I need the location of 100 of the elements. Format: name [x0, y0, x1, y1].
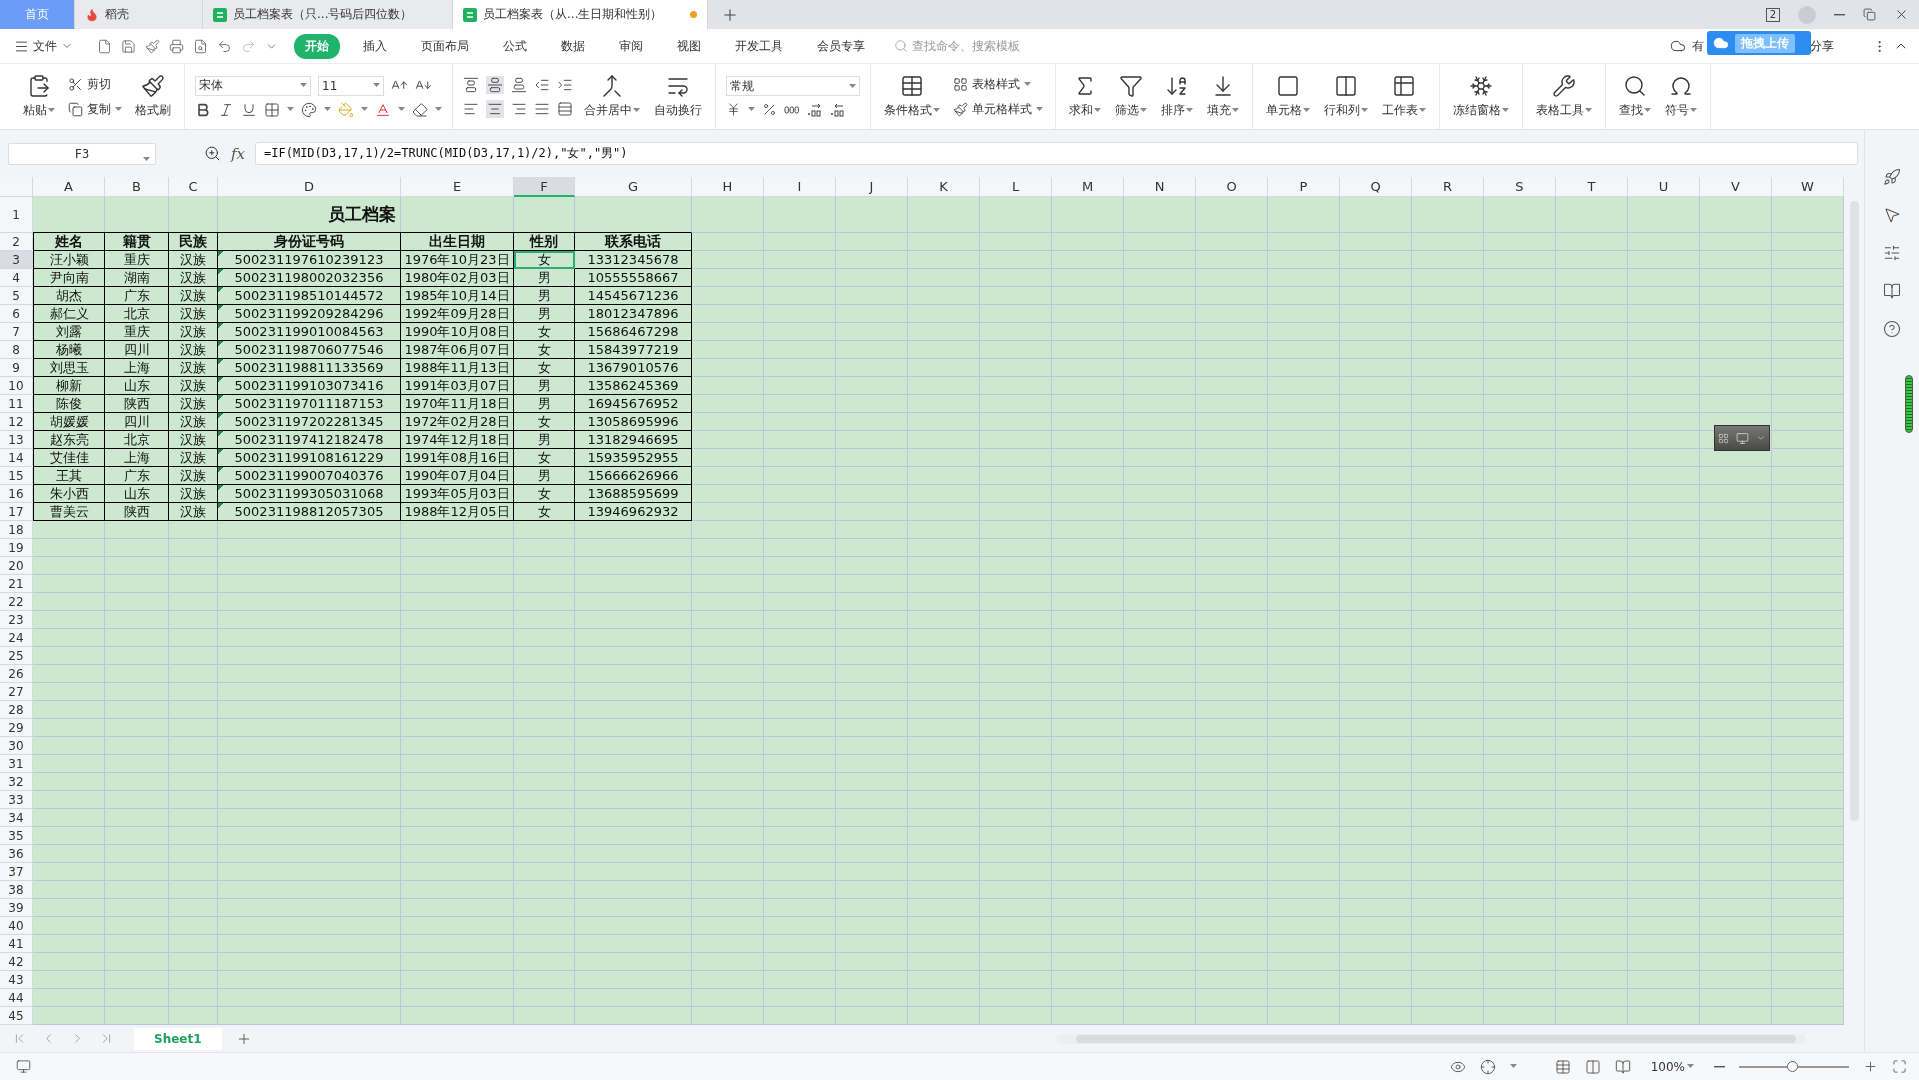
ribbon-tab[interactable]: 视图 [666, 33, 712, 59]
column-header[interactable]: H [692, 177, 764, 197]
row-header[interactable]: 14 [0, 449, 33, 467]
document-tab[interactable]: 员工档案表（从...生日期和性别） [453, 0, 708, 29]
ribbon-button[interactable]: 单元格 [1263, 72, 1313, 121]
number-format-select[interactable]: 常规 [726, 76, 860, 96]
formula-field[interactable]: =IF(MID(D3,17,1)/2=TRUNC(MID(D3,17,1)/2),"女","男") [255, 142, 1858, 165]
row-header[interactable]: 11 [0, 395, 33, 413]
row-header[interactable]: 10 [0, 377, 33, 395]
cell-style-button[interactable]: 单元格样式 [951, 99, 1045, 119]
column-header[interactable]: R [1412, 177, 1484, 197]
ribbon-button[interactable]: 筛选 [1112, 72, 1150, 121]
column-header[interactable]: A [33, 177, 105, 197]
row-header[interactable]: 5 [0, 287, 33, 305]
ribbon-button[interactable]: 工作表 [1379, 72, 1429, 121]
copy-button[interactable]: 复制 [66, 99, 124, 119]
column-header[interactable]: D [218, 177, 401, 197]
merge-center-button[interactable]: 合并居中 [581, 72, 643, 121]
wrap-text-button[interactable]: 自动换行 [651, 72, 705, 121]
cut-button[interactable]: 剪切 [66, 74, 124, 94]
row-header[interactable]: 39 [0, 899, 33, 917]
row-header[interactable]: 42 [0, 953, 33, 971]
row-header[interactable]: 37 [0, 863, 33, 881]
column-header[interactable]: L [980, 177, 1052, 197]
column-header[interactable]: I [764, 177, 836, 197]
column-header[interactable]: F [514, 177, 575, 197]
ribbon-button[interactable]: 符号 [1662, 72, 1700, 121]
row-header[interactable]: 25 [0, 647, 33, 665]
font-size-select[interactable]: 11 [318, 75, 384, 96]
table-style-button[interactable]: 表格样式 [951, 74, 1045, 94]
column-header[interactable]: T [1556, 177, 1628, 197]
row-header[interactable]: 18 [0, 521, 33, 539]
row-header[interactable]: 15 [0, 467, 33, 485]
row-header[interactable]: 4 [0, 269, 33, 287]
row-header[interactable]: 1 [0, 197, 33, 233]
column-header[interactable]: U [1628, 177, 1700, 197]
ribbon-button[interactable]: 行和列 [1321, 72, 1371, 121]
column-header[interactable]: E [401, 177, 514, 197]
row-header[interactable]: 19 [0, 539, 33, 557]
column-header[interactable]: B [105, 177, 169, 197]
row-header[interactable]: 20 [0, 557, 33, 575]
row-header[interactable]: 17 [0, 503, 33, 521]
row-header[interactable]: 2 [0, 233, 33, 251]
format-painter-button[interactable]: 格式刷 [132, 72, 174, 121]
column-header[interactable]: P [1268, 177, 1340, 197]
row-header[interactable]: 9 [0, 359, 33, 377]
row-header[interactable]: 22 [0, 593, 33, 611]
column-header[interactable]: G [575, 177, 692, 197]
row-header[interactable]: 16 [0, 485, 33, 503]
font-name-select[interactable]: 宋体 [195, 75, 311, 96]
row-header[interactable]: 12 [0, 413, 33, 431]
row-header[interactable]: 26 [0, 665, 33, 683]
row-header[interactable]: 7 [0, 323, 33, 341]
column-header[interactable]: J [836, 177, 908, 197]
ribbon-button[interactable]: 冻结窗格 [1450, 72, 1512, 121]
row-header[interactable]: 36 [0, 845, 33, 863]
row-header[interactable]: 41 [0, 935, 33, 953]
row-header[interactable]: 33 [0, 791, 33, 809]
row-header[interactable]: 34 [0, 809, 33, 827]
document-tab[interactable]: 稻壳 [75, 0, 203, 29]
paste-button[interactable]: 粘贴 [20, 72, 58, 121]
column-header[interactable]: S [1484, 177, 1556, 197]
column-header[interactable]: W [1772, 177, 1844, 197]
name-box[interactable]: F3 [8, 142, 156, 165]
column-header[interactable]: C [169, 177, 218, 197]
row-header[interactable]: 45 [0, 1007, 33, 1025]
row-header[interactable]: 23 [0, 611, 33, 629]
ribbon-tab[interactable]: 审阅 [608, 33, 654, 59]
ribbon-button[interactable]: 求和 [1066, 72, 1104, 121]
column-header[interactable]: K [908, 177, 980, 197]
column-header[interactable]: M [1052, 177, 1124, 197]
conditional-format-button[interactable]: 条件格式 [881, 72, 943, 121]
row-header[interactable]: 6 [0, 305, 33, 323]
column-header[interactable]: O [1196, 177, 1268, 197]
ribbon-tab[interactable]: 开发工具 [724, 33, 794, 59]
ribbon-button[interactable]: 填充 [1204, 72, 1242, 121]
ribbon-tab[interactable]: 数据 [550, 33, 596, 59]
row-header[interactable]: 40 [0, 917, 33, 935]
row-header[interactable]: 24 [0, 629, 33, 647]
row-header[interactable]: 32 [0, 773, 33, 791]
document-tab[interactable]: 员工档案表（只...号码后四位数） [203, 0, 453, 29]
row-header[interactable]: 27 [0, 683, 33, 701]
ribbon-tab[interactable]: 页面布局 [410, 33, 480, 59]
row-header[interactable]: 35 [0, 827, 33, 845]
row-header[interactable]: 8 [0, 341, 33, 359]
zoom-level[interactable]: 100% [1644, 1058, 1700, 1075]
window-count[interactable]: 2 [1765, 7, 1780, 22]
file-menu[interactable]: 文件 [10, 35, 77, 57]
ribbon-button[interactable]: 查找 [1616, 72, 1654, 121]
fx-label[interactable]: fx [231, 144, 245, 163]
row-header[interactable]: 43 [0, 971, 33, 989]
row-header[interactable]: 29 [0, 719, 33, 737]
column-header[interactable]: Q [1340, 177, 1412, 197]
row-header[interactable]: 28 [0, 701, 33, 719]
column-header[interactable]: V [1700, 177, 1772, 197]
row-header[interactable]: 3 [0, 251, 33, 269]
column-header[interactable]: N [1124, 177, 1196, 197]
row-header[interactable]: 38 [0, 881, 33, 899]
ribbon-button[interactable]: 排序 [1158, 72, 1196, 121]
row-header[interactable]: 44 [0, 989, 33, 1007]
